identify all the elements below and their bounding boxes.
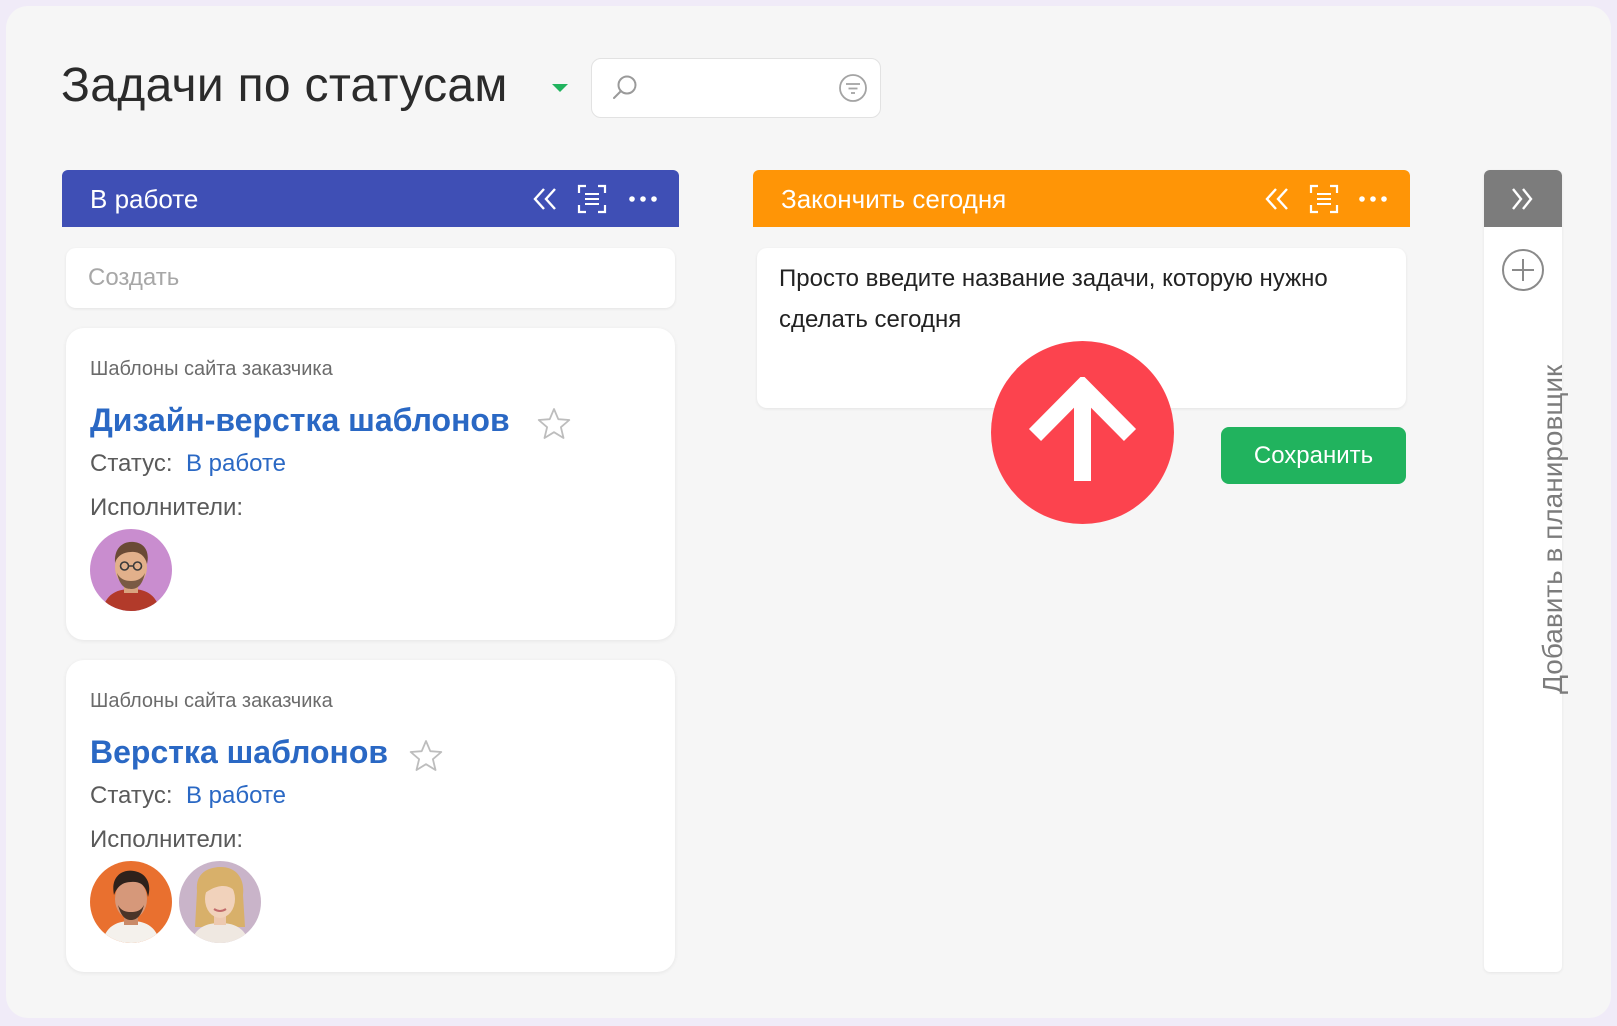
title-dropdown-caret-icon[interactable] [552, 84, 568, 92]
task-card[interactable]: Шаблоны сайта заказчика Дизайн-верстка ш… [66, 328, 675, 640]
avatar[interactable] [90, 529, 172, 611]
focus-column-icon[interactable] [577, 184, 607, 214]
plus-circle-icon[interactable] [1500, 247, 1546, 293]
filter-icon[interactable] [838, 73, 868, 103]
save-button[interactable]: Сохранить [1221, 427, 1406, 484]
create-task-input[interactable] [66, 248, 675, 308]
expand-planner-button[interactable] [1484, 170, 1562, 227]
status-value[interactable]: В работе [186, 782, 286, 810]
star-icon[interactable] [408, 738, 444, 774]
column-title: Закончить сегодня [781, 184, 1007, 214]
assignees-label: Исполнители: [90, 826, 244, 853]
add-to-planner-label[interactable]: Добавить в планировщик [1537, 322, 1569, 694]
task-project: Шаблоны сайта заказчика [90, 358, 333, 380]
app-frame: Задачи по статусам В работе Создать Шабл… [6, 6, 1611, 1018]
up-arrow-icon [991, 341, 1174, 524]
search-icon [613, 75, 637, 99]
search-box[interactable] [591, 58, 881, 118]
column-title: В работе [90, 184, 199, 214]
search-input[interactable] [648, 69, 818, 109]
task-project: Шаблоны сайта заказчика [90, 690, 333, 712]
avatar[interactable] [179, 861, 261, 943]
task-title[interactable]: Дизайн-верстка шаблонов [90, 402, 510, 439]
star-icon[interactable] [536, 406, 572, 442]
task-card[interactable]: Шаблоны сайта заказчика Верстка шаблонов… [66, 660, 675, 972]
planner-column: Добавить в планировщик [1484, 170, 1568, 972]
column-header-finish-today: Закончить сегодня [753, 170, 1410, 227]
more-options-icon[interactable] [1358, 184, 1388, 214]
status-label: Статус: [90, 450, 173, 477]
page-title: Задачи по статусам [61, 59, 508, 112]
column-header-in-progress: В работе [62, 170, 679, 227]
avatar[interactable] [90, 861, 172, 943]
status-label: Статус: [90, 782, 173, 809]
collapse-column-icon[interactable] [530, 184, 560, 214]
assignees-label: Исполнители: [90, 494, 244, 521]
more-options-icon[interactable] [628, 184, 658, 214]
expand-icon [1512, 188, 1533, 210]
focus-column-icon[interactable] [1309, 184, 1339, 214]
collapse-column-icon[interactable] [1262, 184, 1292, 214]
task-title[interactable]: Верстка шаблонов [90, 734, 388, 771]
status-value[interactable]: В работе [186, 450, 286, 478]
